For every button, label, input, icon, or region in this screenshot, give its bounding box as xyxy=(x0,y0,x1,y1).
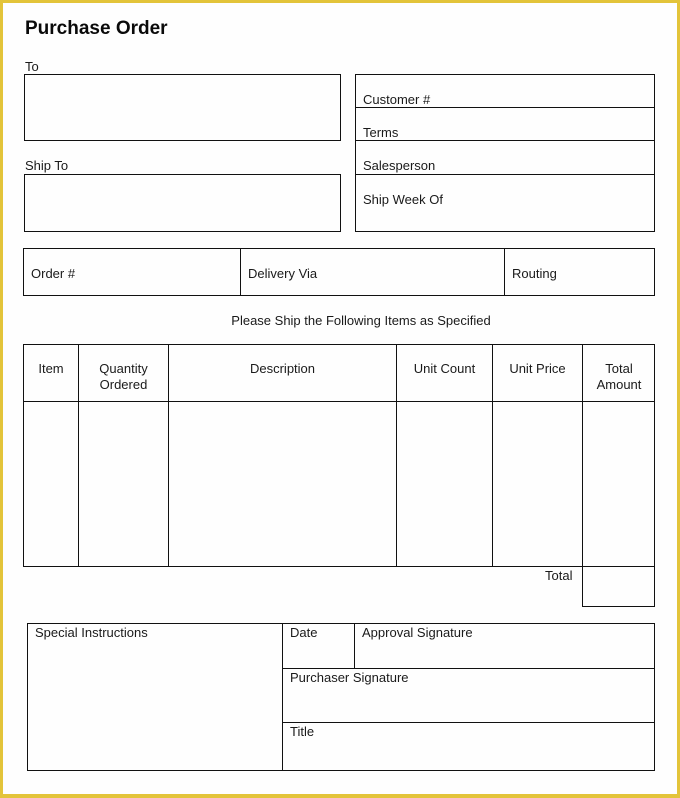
ship-to-field[interactable] xyxy=(24,174,341,232)
date-label: Date xyxy=(290,625,318,640)
items-instruction: Please Ship the Following Items as Speci… xyxy=(231,313,491,328)
total-amount-cell[interactable] xyxy=(583,402,654,566)
unit-count-cell[interactable] xyxy=(397,402,492,566)
order-number-label: Order # xyxy=(31,266,76,281)
total-field[interactable] xyxy=(582,566,655,607)
terms-field[interactable] xyxy=(356,108,654,140)
ship-week-of-label: Ship Week Of xyxy=(363,192,443,207)
description-cell[interactable] xyxy=(169,402,396,566)
page-title: Purchase Order xyxy=(25,18,168,39)
customer-number-label: Customer # xyxy=(363,92,431,107)
special-instructions-label: Special Instructions xyxy=(35,625,148,640)
quantity-cell[interactable] xyxy=(79,402,168,566)
column-header-quantity-line2: Ordered xyxy=(99,377,148,392)
column-header-quantity: Quantity xyxy=(99,361,148,376)
purchaser-signature-label: Purchaser Signature xyxy=(290,670,409,685)
special-instructions-field[interactable] xyxy=(28,624,282,770)
to-field[interactable] xyxy=(24,74,341,141)
routing-label: Routing xyxy=(512,266,557,281)
column-header-description: Description xyxy=(249,361,316,376)
salesperson-label: Salesperson xyxy=(363,158,436,173)
column-header-total-amount: Total xyxy=(605,361,633,376)
column-header-unit-count: Unit Count xyxy=(413,361,476,376)
delivery-via-label: Delivery Via xyxy=(248,266,318,281)
column-header-total-amount-line2: Amount xyxy=(596,377,642,392)
approval-signature-label: Approval Signature xyxy=(362,625,473,640)
total-label: Total xyxy=(545,568,573,583)
column-header-unit-price: Unit Price xyxy=(509,361,566,376)
title-label: Title xyxy=(290,724,315,739)
column-header-item: Item xyxy=(38,361,64,376)
title-field[interactable] xyxy=(283,723,654,770)
unit-price-cell[interactable] xyxy=(493,402,582,566)
ship-to-label: Ship To xyxy=(25,158,69,173)
to-label: To xyxy=(25,59,39,74)
item-cell[interactable] xyxy=(24,402,78,566)
terms-label: Terms xyxy=(363,125,399,140)
